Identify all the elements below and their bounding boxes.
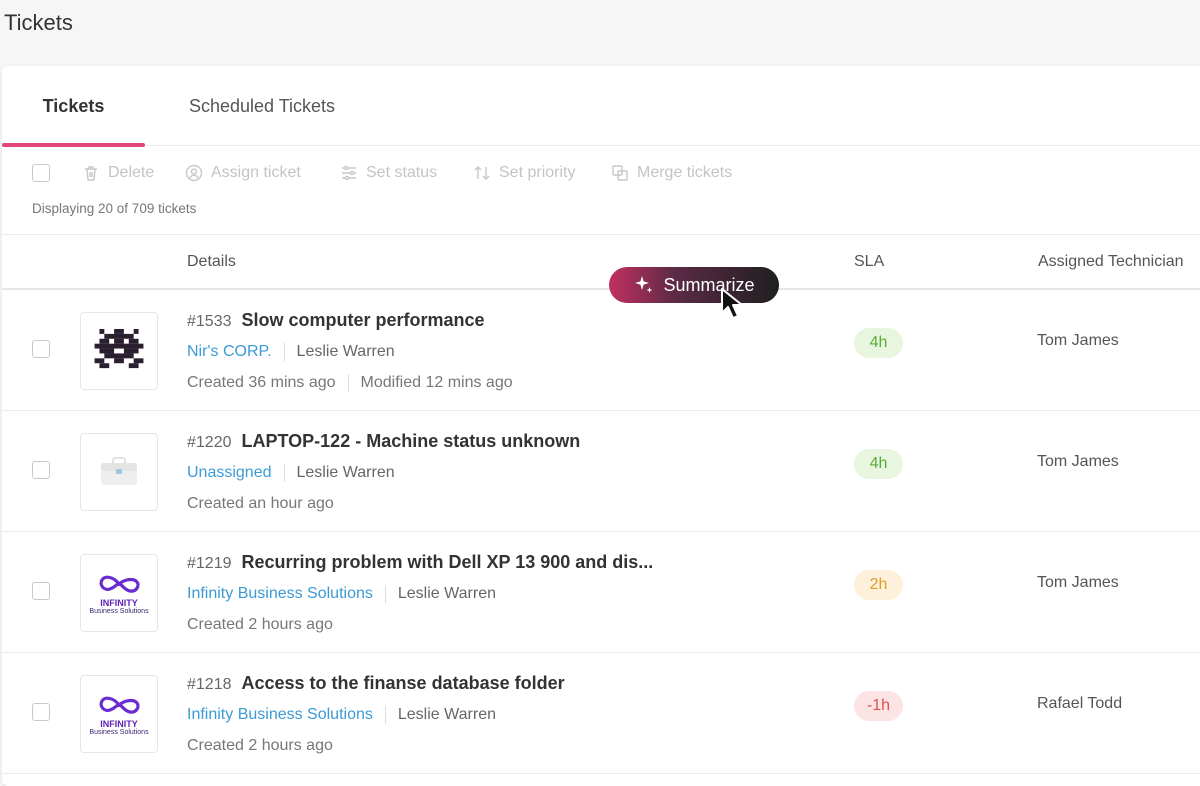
sort-arrows-icon [474,166,490,180]
company-link[interactable]: Nir's CORP. [187,343,272,361]
column-header-sla[interactable]: SLA [854,253,884,271]
infinity-icon [99,575,140,593]
toolbox-icon [101,457,137,485]
company-logo: INFINITY Business Solutions [80,675,158,753]
tab-tickets[interactable]: Tickets [2,66,145,147]
technician-name: Tom James [1037,453,1119,470]
assign-ticket-label: Assign ticket [211,164,301,181]
contact-name: Leslie Warren [296,464,395,481]
row-checkbox[interactable] [32,340,50,358]
pixel-invader-icon [94,329,144,369]
logo-text: INFINITY [100,597,138,608]
column-header-technician[interactable]: Assigned Technician [1038,253,1184,271]
ticket-id: #1218 [187,676,232,693]
delete-button[interactable]: Delete [82,158,154,188]
table-row[interactable]: INFINITY Business Solutions #1218 Access… [2,653,1200,774]
table-row[interactable]: #1533 Slow computer performance Nir's CO… [2,290,1200,411]
logo-text: INFINITY [100,718,138,729]
created-time: Created 2 hours ago [187,616,333,633]
row-checkbox[interactable] [32,703,50,721]
contact-name: Leslie Warren [296,343,395,360]
set-priority-label: Set priority [499,164,576,181]
ticket-title[interactable]: LAPTOP-122 - Machine status unknown [242,431,581,452]
sla-badge: -1h [854,691,903,721]
sliders-icon [342,165,356,181]
sla-badge: 4h [854,449,903,479]
trash-icon [85,166,97,181]
column-header-details[interactable]: Details [187,253,236,271]
set-priority-button[interactable]: Set priority [473,158,575,188]
merge-tickets-label: Merge tickets [637,164,733,181]
set-status-button[interactable]: Set status [340,158,437,188]
ticket-id: #1533 [187,313,232,330]
logo-subtext: Business Solutions [89,728,149,736]
company-link[interactable]: Infinity Business Solutions [187,706,373,724]
company-logo [80,433,158,511]
tab-scheduled-tickets[interactable]: Scheduled Tickets [162,66,362,146]
merge-tickets-button[interactable]: Merge tickets [611,158,732,188]
divider [283,464,285,482]
ticket-title[interactable]: Access to the finanse database folder [242,673,565,694]
assign-ticket-button[interactable]: Assign ticket [185,158,301,188]
created-time: Created 2 hours ago [187,737,333,754]
ticket-title[interactable]: Slow computer performance [242,310,485,331]
sla-badge: 2h [854,570,903,600]
summarize-button[interactable]: Summarize [609,267,779,303]
sparkle-icon [635,276,653,293]
technician-name: Tom James [1037,332,1119,349]
select-all-checkbox[interactable] [32,164,50,182]
infinity-icon [99,696,140,714]
created-time: Created an hour ago [187,495,334,512]
logo-subtext: Business Solutions [89,607,149,615]
tickets-card: Tickets Scheduled Tickets Delete Assign … [2,66,1200,786]
technician-name: Tom James [1037,574,1119,591]
ticket-title[interactable]: Recurring problem with Dell XP 13 900 an… [242,552,654,573]
contact-name: Leslie Warren [397,585,496,602]
technician-name: Rafael Todd [1037,695,1123,712]
merge-icon [612,165,628,181]
company-link[interactable]: Unassigned [187,464,272,482]
modified-time: Modified 12 mins ago [360,374,513,391]
table-row[interactable]: #1220 LAPTOP-122 - Machine status unknow… [2,411,1200,532]
company-logo [80,312,158,390]
company-link[interactable]: Infinity Business Solutions [187,585,373,603]
divider [384,585,386,603]
tab-bar: Tickets Scheduled Tickets [2,66,1200,147]
table-row[interactable]: INFINITY Business Solutions #1219 Recurr… [2,532,1200,653]
created-time: Created 36 mins ago [187,374,336,391]
bulk-actions-toolbar: Delete Assign ticket Set status Set prio… [2,158,1200,188]
sla-badge: 4h [854,328,903,358]
divider [283,343,285,361]
user-circle-icon [185,164,203,182]
row-checkbox[interactable] [32,582,50,600]
company-logo: INFINITY Business Solutions [80,554,158,632]
ticket-count: Displaying 20 of 709 tickets [32,201,197,216]
page-title: Tickets [4,10,73,35]
divider [347,374,349,392]
row-checkbox[interactable] [32,461,50,479]
ticket-id: #1220 [187,434,232,451]
divider [384,706,386,724]
set-status-label: Set status [366,164,438,181]
mouse-cursor-icon [721,288,743,319]
ticket-id: #1219 [187,555,232,572]
delete-label: Delete [108,164,155,181]
table-header: Details SLA Assigned Technician [2,234,1200,290]
contact-name: Leslie Warren [397,706,496,723]
